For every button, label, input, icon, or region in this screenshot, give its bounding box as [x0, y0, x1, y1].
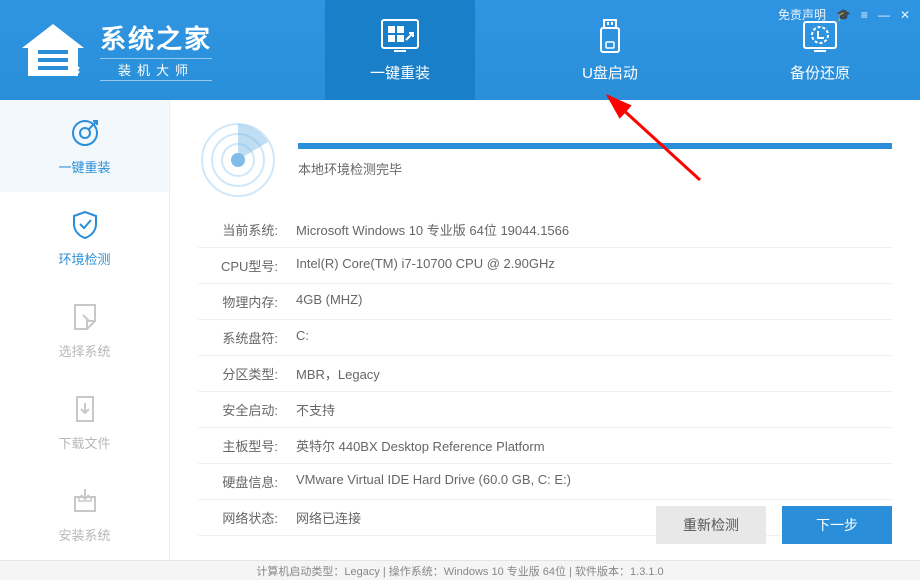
menu-icon[interactable]: ≡	[861, 8, 868, 22]
header: 系统之家 装机大师 一键重装 U盘启动 备份还原 免责声明 🎓 ≡ — ✕	[0, 0, 920, 100]
target-icon	[69, 117, 101, 149]
recheck-button[interactable]: 重新检测	[656, 506, 766, 544]
next-button[interactable]: 下一步	[782, 506, 892, 544]
sidebar-install-label: 安装系统	[58, 525, 110, 544]
sidebar: 一键重装 环境检测 选择系统 下载文件 安装系统	[0, 100, 170, 560]
close-icon[interactable]: ✕	[900, 8, 910, 22]
info-row-sysdrive: 系统盘符:C:	[198, 320, 892, 356]
tab-backup-label: 备份还原	[790, 62, 850, 83]
tab-reinstall-label: 一键重装	[370, 62, 430, 83]
sidebar-item-reinstall[interactable]: 一键重装	[0, 100, 169, 192]
minimize-icon[interactable]: —	[878, 8, 890, 22]
info-list: 当前系统:Microsoft Windows 10 专业版 64位 19044.…	[198, 212, 892, 536]
sidebar-item-install[interactable]: 安装系统	[0, 468, 169, 560]
usb-icon	[590, 18, 630, 56]
sidebar-download-label: 下载文件	[58, 433, 110, 452]
logo-area: 系统之家 装机大师	[0, 19, 300, 81]
tab-usb-label: U盘启动	[582, 62, 638, 83]
info-row-mobo: 主板型号:英特尔 440BX Desktop Reference Platfor…	[198, 428, 892, 464]
tab-usb[interactable]: U盘启动	[535, 0, 685, 100]
sidebar-reinstall-label: 一键重装	[58, 157, 110, 176]
sidebar-item-envcheck[interactable]: 环境检测	[0, 192, 169, 284]
install-icon	[69, 485, 101, 517]
tab-reinstall[interactable]: 一键重装	[325, 0, 475, 100]
shield-icon	[69, 209, 101, 241]
select-icon	[69, 301, 101, 333]
info-row-disk: 硬盘信息:VMware Virtual IDE Hard Drive (60.0…	[198, 464, 892, 500]
backup-icon	[800, 18, 840, 56]
info-row-os: 当前系统:Microsoft Windows 10 专业版 64位 19044.…	[198, 212, 892, 248]
main-content: 本地环境检测完毕 当前系统:Microsoft Windows 10 专业版 6…	[170, 100, 920, 560]
scan-radar-icon	[198, 120, 278, 200]
sidebar-selectsys-label: 选择系统	[58, 341, 110, 360]
progress-bar	[298, 143, 892, 149]
scan-status: 本地环境检测完毕	[298, 159, 892, 178]
disclaimer-link[interactable]: 免责声明	[778, 6, 826, 23]
windows-icon	[380, 18, 420, 56]
graduation-icon[interactable]: 🎓	[836, 8, 851, 22]
info-row-partition: 分区类型:MBR，Legacy	[198, 356, 892, 392]
title-controls: 免责声明 🎓 ≡ — ✕	[778, 6, 910, 23]
sidebar-item-download[interactable]: 下载文件	[0, 376, 169, 468]
house-logo-icon	[18, 20, 88, 80]
brand-subtitle: 装机大师	[100, 58, 212, 81]
download-icon	[69, 393, 101, 425]
sidebar-item-selectsys[interactable]: 选择系统	[0, 284, 169, 376]
info-row-cpu: CPU型号:Intel(R) Core(TM) i7-10700 CPU @ 2…	[198, 248, 892, 284]
info-row-secureboot: 安全启动:不支持	[198, 392, 892, 428]
sidebar-envcheck-label: 环境检测	[58, 249, 110, 268]
status-bar: 计算机启动类型：Legacy | 操作系统：Windows 10 专业版 64位…	[0, 560, 920, 580]
info-row-ram: 物理内存:4GB (MHZ)	[198, 284, 892, 320]
brand-title: 系统之家	[100, 19, 212, 56]
